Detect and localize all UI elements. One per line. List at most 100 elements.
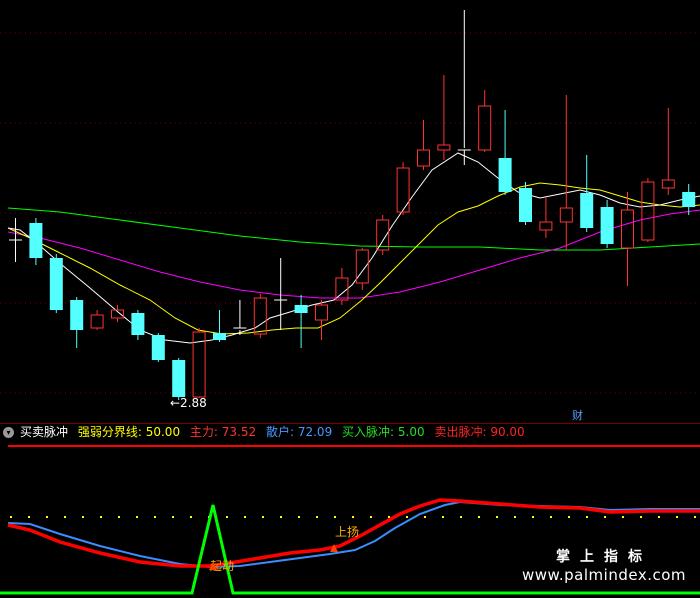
candle: [213, 310, 226, 342]
divider-dot: [262, 516, 264, 518]
candle-body: [580, 193, 594, 228]
divider-dot: [604, 516, 606, 518]
divider-dot: [118, 516, 120, 518]
divider-dot: [10, 516, 12, 518]
candle-body: [131, 313, 145, 335]
candlesticks: [9, 10, 696, 400]
divider-dot: [442, 516, 444, 518]
candle: [641, 178, 655, 242]
candle: [172, 358, 186, 400]
param-value: 90.00: [490, 425, 525, 439]
param-label: 主力:: [189, 425, 218, 439]
candle: [621, 192, 634, 286]
candle-body: [396, 167, 410, 213]
divider-dot: [586, 516, 588, 518]
collapse-icon[interactable]: ▾: [3, 427, 14, 438]
candle-body: [682, 192, 696, 207]
ma20-line: [7, 209, 700, 299]
candle: [9, 218, 22, 262]
low-price-marker: ←2.88: [170, 396, 207, 410]
watermark-brand: 掌上指标: [555, 549, 652, 565]
candle: [192, 328, 206, 398]
kline-chart[interactable]: ←2.88 财 上扬 起动: [0, 0, 700, 598]
param-strength-line: 强弱分界线: 50.00: [78, 425, 180, 439]
candle-body: [315, 304, 328, 321]
candle: [151, 333, 165, 362]
candle: [233, 300, 247, 335]
candle: [355, 248, 369, 290]
candle: [49, 254, 63, 313]
candle-body: [417, 149, 430, 167]
watermark-url: www.palmindex.com: [521, 566, 686, 584]
param-buy-pulse: 买入脉冲: 5.00: [342, 425, 425, 439]
divider-dot: [28, 516, 30, 518]
divider-dot: [676, 516, 678, 518]
divider-dot: [136, 516, 138, 518]
candle-body: [151, 335, 165, 360]
candle: [580, 155, 594, 232]
event-marker-label: 财: [572, 408, 583, 422]
divider-dot: [82, 516, 84, 518]
candle: [682, 184, 696, 215]
divider-dot: [316, 516, 318, 518]
candle: [478, 90, 492, 152]
divider-dot: [352, 516, 354, 518]
candle-body: [294, 305, 308, 313]
candle-body: [478, 105, 492, 151]
divider-dot: [226, 516, 228, 518]
divider-dot: [532, 516, 534, 518]
divider-dot: [550, 516, 552, 518]
param-sell-pulse: 卖出脉冲: 90.00: [434, 425, 524, 439]
candle-body: [498, 158, 512, 192]
candle: [131, 310, 145, 340]
candle-body: [90, 314, 104, 329]
candle: [274, 258, 288, 330]
param-label: 散户:: [265, 425, 295, 439]
param-label: 卖出脉冲:: [434, 425, 487, 439]
signal-up-marker: 上扬: [330, 524, 359, 552]
divider-dot: [190, 516, 192, 518]
divider-dot: [46, 516, 48, 518]
signal-start-marker: 起动: [209, 559, 234, 573]
signal-up-label: 上扬: [335, 524, 359, 539]
candle-body: [600, 207, 614, 244]
candle-body: [29, 223, 43, 258]
param-value: 72.09: [297, 425, 333, 439]
ma60-line: [7, 207, 700, 251]
divider-dot: [514, 516, 516, 518]
divider-dot: [406, 516, 408, 518]
divider-dot: [154, 516, 156, 518]
candle-body: [539, 221, 553, 231]
divider-dot: [172, 516, 174, 518]
divider-dot: [640, 516, 642, 518]
divider-dot: [100, 516, 102, 518]
divider-dot: [658, 516, 660, 518]
divider-dot: [280, 516, 282, 518]
candle: [559, 95, 573, 250]
candle: [29, 218, 43, 265]
candle: [396, 162, 410, 215]
param-main-force: 主力: 73.52: [190, 425, 256, 439]
divider-dot: [622, 516, 624, 518]
candle: [519, 182, 532, 225]
candle: [600, 200, 614, 248]
param-value: 73.52: [221, 425, 257, 439]
candle: [70, 297, 84, 348]
divider-dot: [568, 516, 570, 518]
candle: [457, 10, 471, 165]
candle-body: [621, 209, 634, 249]
indicator-name[interactable]: 买卖脉冲: [20, 425, 68, 439]
candle: [90, 310, 104, 330]
divider-dot: [424, 516, 426, 518]
candle-body: [49, 258, 63, 310]
candle-body: [559, 207, 573, 223]
divider-dot: [244, 516, 246, 518]
divider-dot: [496, 516, 498, 518]
candle: [315, 300, 328, 340]
candle: [437, 75, 451, 160]
divider-dot: [298, 516, 300, 518]
candle-body: [172, 360, 186, 397]
divider-dot: [334, 516, 336, 518]
indicator-legend: ▾ 买卖脉冲 强弱分界线: 50.00 主力: 73.52 散户: 72.09 买…: [0, 423, 700, 441]
candle: [661, 108, 675, 195]
